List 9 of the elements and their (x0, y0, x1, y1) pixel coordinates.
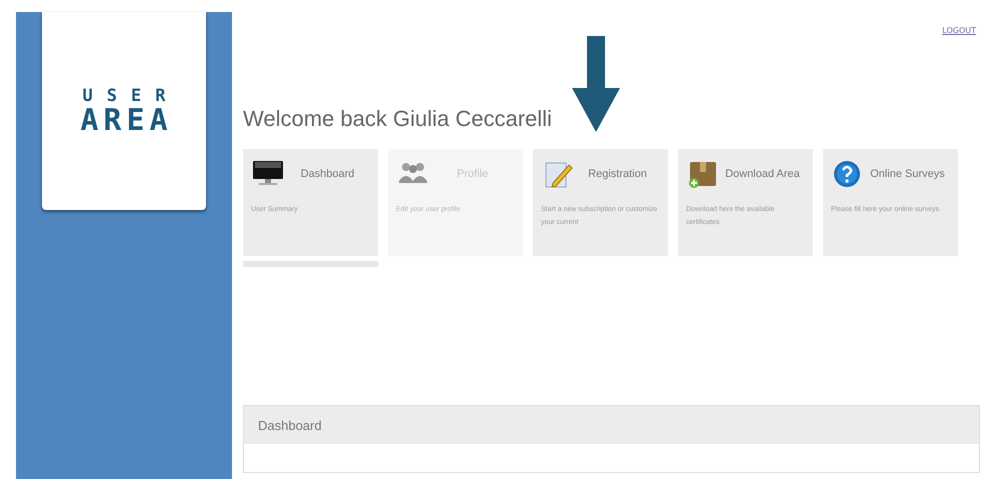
user-area-logo: USER AREA (42, 12, 206, 210)
logout-link[interactable]: LOGOUT (942, 26, 976, 52)
tile-label: Download Area (724, 168, 801, 180)
tile-label: Online Surveys (869, 168, 946, 180)
panel-title: Dashboard (258, 418, 322, 432)
welcome-title: Welcome back Giulia Ceccarelli (243, 106, 553, 132)
down-arrow-icon (572, 36, 620, 132)
tile-label: Registration (587, 168, 648, 180)
tile-label: Dashboard (300, 168, 356, 180)
